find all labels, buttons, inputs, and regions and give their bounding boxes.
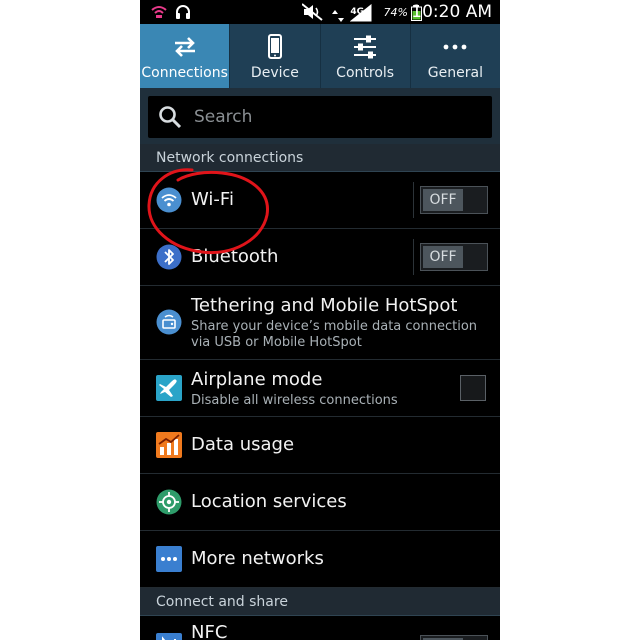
data-arrows-icon [332, 10, 344, 22]
airplane-mode-checkbox[interactable] [460, 375, 486, 401]
wifi-toggle-state: OFF [423, 189, 463, 211]
more-networks-icon [156, 546, 182, 572]
phone-icon [267, 34, 282, 59]
tethering-description: Share your device’s mobile data connecti… [191, 319, 478, 350]
sliders-icon [354, 35, 377, 59]
tab-controls[interactable]: Controls [321, 24, 411, 88]
search-bar [140, 88, 500, 144]
signal-icon [350, 4, 372, 22]
search-input[interactable] [192, 106, 476, 128]
section-header-network: Network connections [140, 144, 500, 172]
mute-icon [302, 3, 323, 21]
airplane-mode-description: Disable all wireless connections [191, 393, 398, 408]
airplane-mode-label: Airplane mode [191, 369, 323, 390]
nfc-row[interactable]: NFC [140, 616, 500, 640]
bluetooth-icon [156, 244, 182, 270]
wifi-toggle[interactable]: OFF [420, 186, 488, 214]
battery-percent: 74% [383, 5, 408, 19]
location-icon [156, 489, 182, 515]
tethering-label: Tethering and Mobile HotSpot [191, 295, 458, 316]
data-usage-icon [156, 432, 182, 458]
wifi-icon [156, 187, 182, 213]
data-usage-label: Data usage [191, 434, 295, 455]
divider [413, 239, 414, 275]
notification-icon [151, 6, 167, 18]
more-dots-icon [443, 44, 467, 50]
clock: 10:20 AM [411, 2, 492, 22]
section-header-connect-share: Connect and share [140, 588, 500, 616]
tethering-row[interactable]: Tethering and Mobile HotSpot Share your … [140, 286, 500, 360]
location-services-label: Location services [191, 491, 347, 512]
settings-tab-bar: Connections Device Controls General [140, 24, 500, 88]
wifi-row[interactable]: Wi-Fi OFF [140, 172, 500, 229]
status-bar: 4G 74% 10:20 AM [140, 0, 500, 24]
search-box[interactable] [148, 96, 492, 138]
divider [413, 182, 414, 218]
tab-label: Controls [336, 65, 395, 81]
airplane-mode-row[interactable]: Airplane mode Disable all wireless conne… [140, 360, 500, 417]
more-networks-row[interactable]: More networks [140, 531, 500, 588]
nfc-icon [156, 633, 182, 640]
tab-general[interactable]: General [411, 24, 500, 88]
tab-device[interactable]: Device [230, 24, 321, 88]
tab-label: General [427, 65, 483, 81]
tab-connections[interactable]: Connections [140, 24, 231, 88]
bluetooth-row[interactable]: Bluetooth OFF [140, 229, 500, 286]
bluetooth-toggle-state: OFF [423, 246, 463, 268]
swap-arrows-icon [174, 37, 195, 57]
data-usage-row[interactable]: Data usage [140, 417, 500, 474]
more-networks-label: More networks [191, 548, 324, 569]
search-icon [159, 106, 182, 129]
hotspot-icon [156, 309, 182, 335]
phone-screen: 4G 74% 10:20 AM Connections Device Contr… [140, 0, 500, 640]
tab-label: Device [250, 65, 299, 81]
tab-label: Connections [141, 65, 228, 81]
airplane-icon [156, 375, 182, 401]
wifi-label: Wi-Fi [191, 189, 234, 210]
nfc-toggle[interactable] [420, 635, 488, 640]
headphones-icon [176, 5, 190, 19]
bluetooth-toggle[interactable]: OFF [420, 243, 488, 271]
bluetooth-label: Bluetooth [191, 246, 279, 267]
nfc-label: NFC [191, 622, 228, 640]
location-services-row[interactable]: Location services [140, 474, 500, 531]
